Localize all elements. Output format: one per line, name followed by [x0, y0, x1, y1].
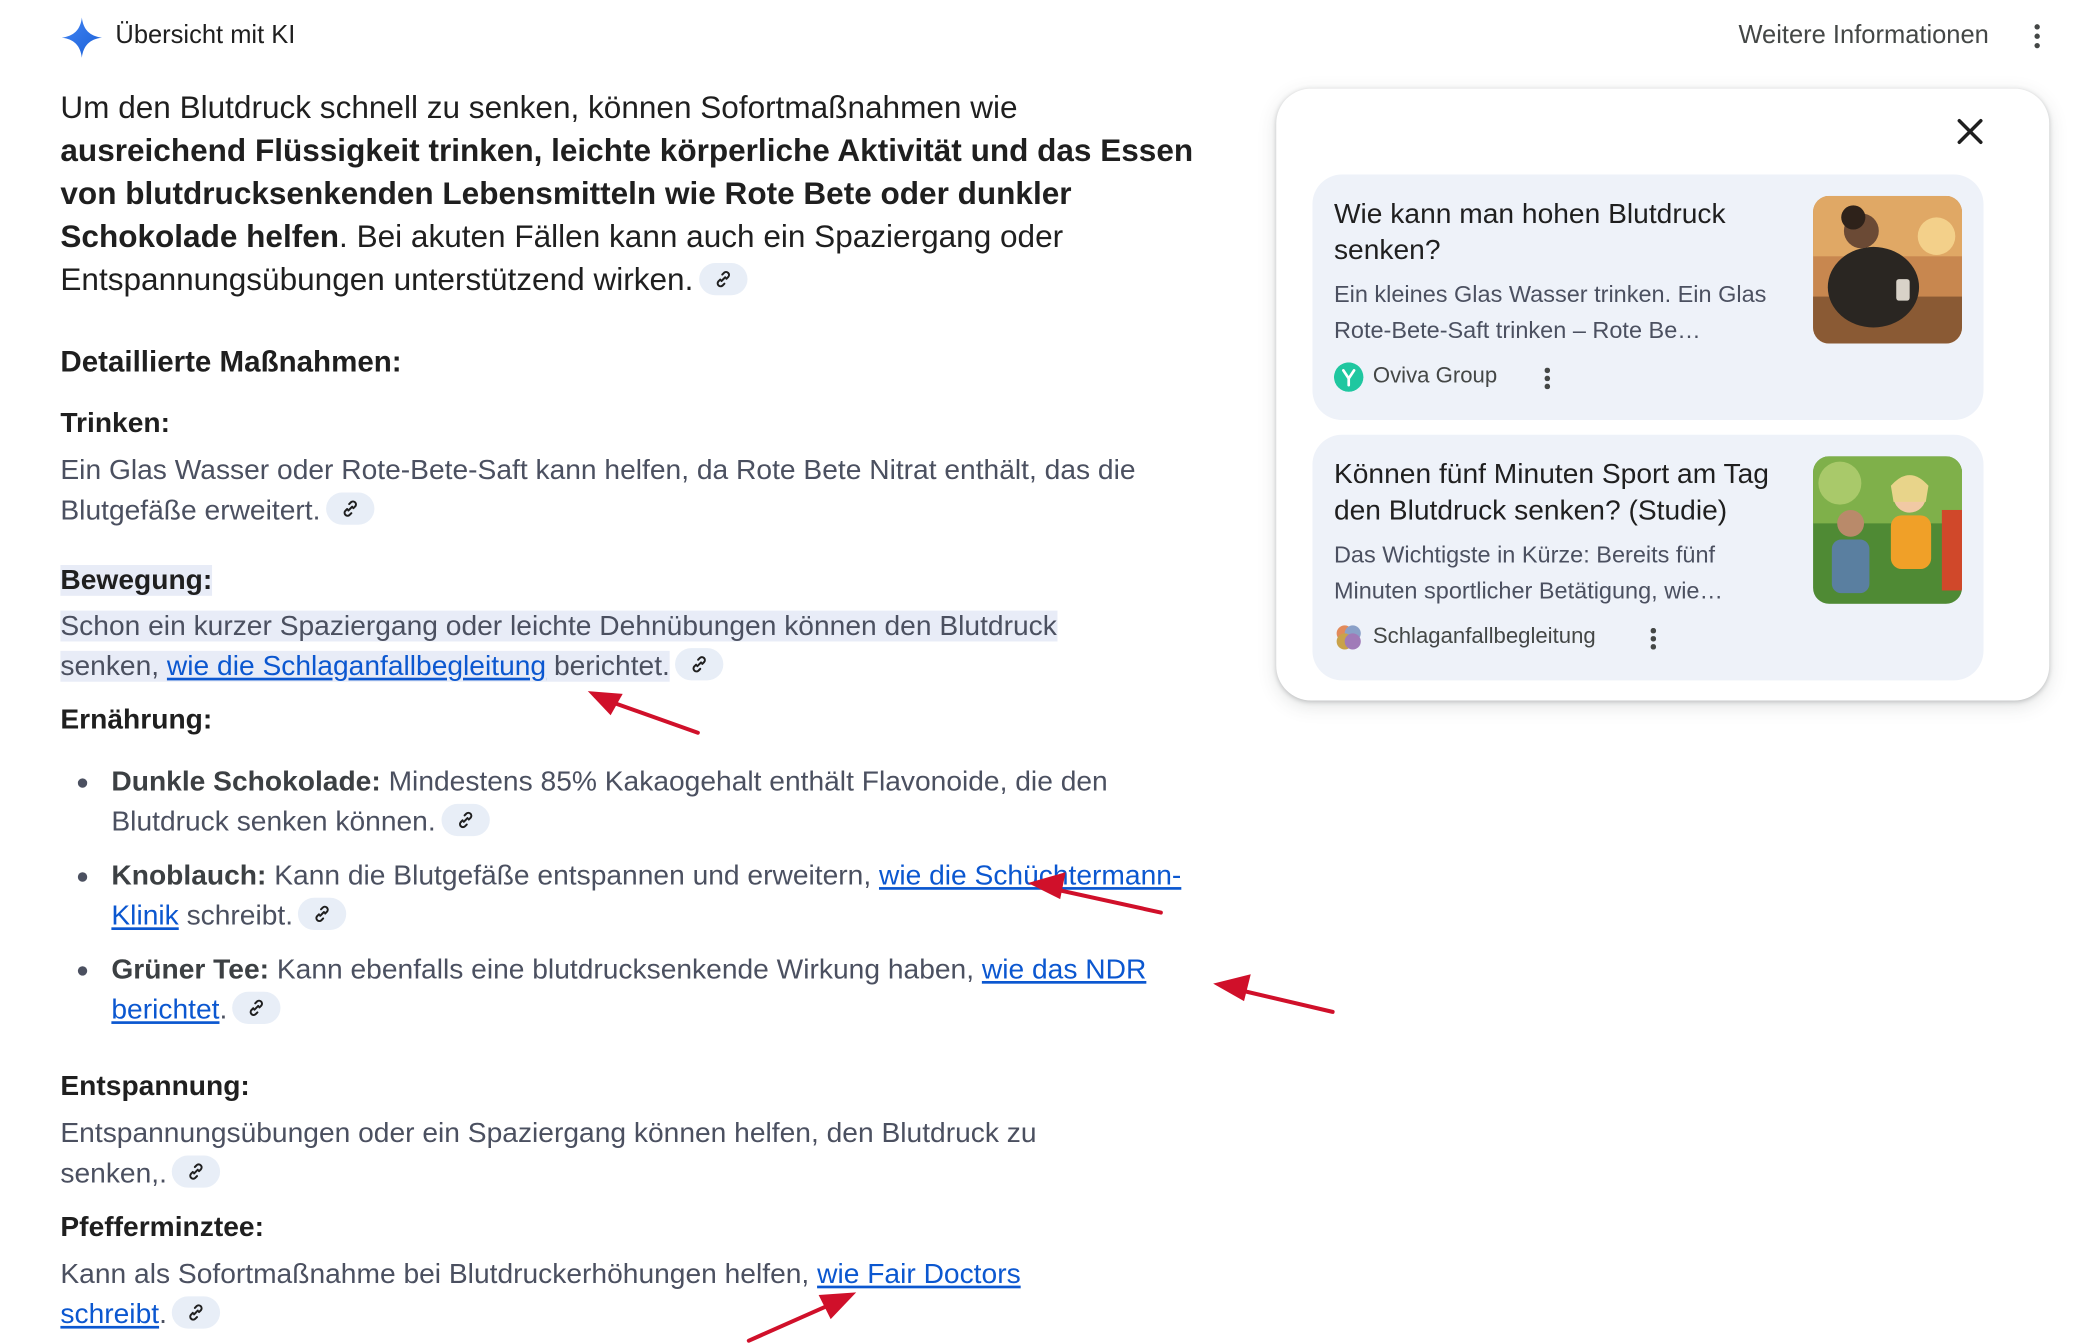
link-icon [250, 1000, 264, 1017]
sources-panel: Wie kann man hohen Blutdruck senken? Ein… [1276, 88, 2050, 701]
link-icon [716, 270, 730, 287]
ai-overview-stage: Übersicht mit KI Weitere Informationen U… [0, 0, 2094, 1343]
close-icon[interactable] [1950, 111, 1990, 151]
annotation-arrow-icon [587, 691, 700, 735]
oviva-favicon-icon [1333, 362, 1364, 392]
source-name: Oviva Group [1372, 363, 1498, 388]
bewegung-text: Schon ein kurzer Spaziergang oder leicht… [60, 607, 1134, 688]
annotation-arrow-icon [1213, 974, 1335, 1014]
source-more-icon[interactable] [1543, 367, 1551, 395]
citation-link-button[interactable] [172, 1156, 221, 1189]
source-card-title[interactable]: Können fünf Minuten Sport am Tag den Blu… [1334, 456, 1797, 528]
link-icon [315, 906, 330, 923]
more-info-link[interactable]: Weitere Informationen [1738, 21, 1988, 51]
list-item: Knoblauch: Kann die Blutgefäße entspanne… [60, 856, 1214, 937]
citation-link-button[interactable] [441, 804, 490, 837]
citation-link-button[interactable] [172, 1296, 221, 1330]
ai-answer: Um den Blutdruck schnell zu senken, könn… [60, 86, 1201, 301]
trinken-heading: Trinken: [60, 407, 171, 439]
source-more-icon[interactable] [1649, 628, 1657, 655]
source-card-snippet: Das Wichtigste in Kürze: Bereits fünf Mi… [1333, 540, 1723, 604]
link-icon [343, 501, 357, 518]
ernaehrung-list: Dunkle Schokolade: Mindestens 85% Kakaog… [60, 762, 1214, 1044]
schlaganfallbegleitung-favicon-icon [1336, 625, 1361, 650]
source-card-snippet: Ein kleines Glas Wasser trinken. Ein Gla… [1333, 280, 1767, 344]
link-icon [189, 1304, 204, 1322]
bewegung-heading: Bewegung: [60, 564, 213, 596]
list-item: Grüner Tee: Kann ebenfalls eine blutdruc… [60, 950, 1214, 1031]
link-icon [458, 812, 472, 829]
citation-link-button[interactable] [232, 992, 282, 1025]
gemini-spark-icon [61, 17, 102, 58]
more-options-icon[interactable] [2033, 24, 2041, 51]
trinken-text: Ein Glas Wasser oder Rote-Bete-Saft kann… [60, 454, 1136, 527]
entspannung-heading: Entspannung: [60, 1070, 250, 1102]
entspannung-text: Entspannungsübungen oder ein Spaziergang… [60, 1117, 1037, 1190]
list-item: Dunkle Schokolade: Mindestens 85% Kakaog… [60, 762, 1214, 843]
source-thumbnail-woman-drinking[interactable] [1813, 195, 1963, 344]
link-icon [692, 656, 707, 674]
highlighted-text: Schon ein kurzer Spaziergang oder leicht… [60, 610, 1057, 682]
ai-overview-title: Übersicht mit KI [115, 21, 296, 50]
source-thumbnail-people-running[interactable] [1813, 456, 1963, 604]
pfefferminztee-heading: Pfefferminztee: [60, 1211, 264, 1243]
citation-link-button[interactable] [325, 493, 375, 526]
source-card-title[interactable]: Wie kann man hohen Blutdruck senken? [1334, 196, 1797, 268]
source-card[interactable]: Können fünf Minuten Sport am Tag den Blu… [1312, 434, 1984, 681]
link-icon [189, 1164, 204, 1181]
ai-overview-header: Übersicht mit KI Weitere Informationen [60, 13, 2060, 59]
source-name: Schlaganfallbegleitung [1372, 624, 1596, 649]
schlaganfallbegleitung-link[interactable]: wie die Schlaganfallbegleitung [167, 651, 546, 682]
source-card[interactable]: Wie kann man hohen Blutdruck senken? Ein… [1312, 174, 1984, 421]
details-heading: Detaillierte Maßnahmen: [60, 344, 402, 379]
ernaehrung-heading: Ernährung: [60, 704, 213, 736]
citation-link-button[interactable] [298, 898, 347, 931]
citation-link-button[interactable] [675, 648, 724, 682]
pfefferminztee-text: Kann als Sofortmaßnahme bei Blutdruckerh… [60, 1258, 1021, 1330]
citation-link-button[interactable] [698, 262, 748, 295]
intro-paragraph: Um den Blutdruck schnell zu senken, könn… [60, 89, 1194, 297]
